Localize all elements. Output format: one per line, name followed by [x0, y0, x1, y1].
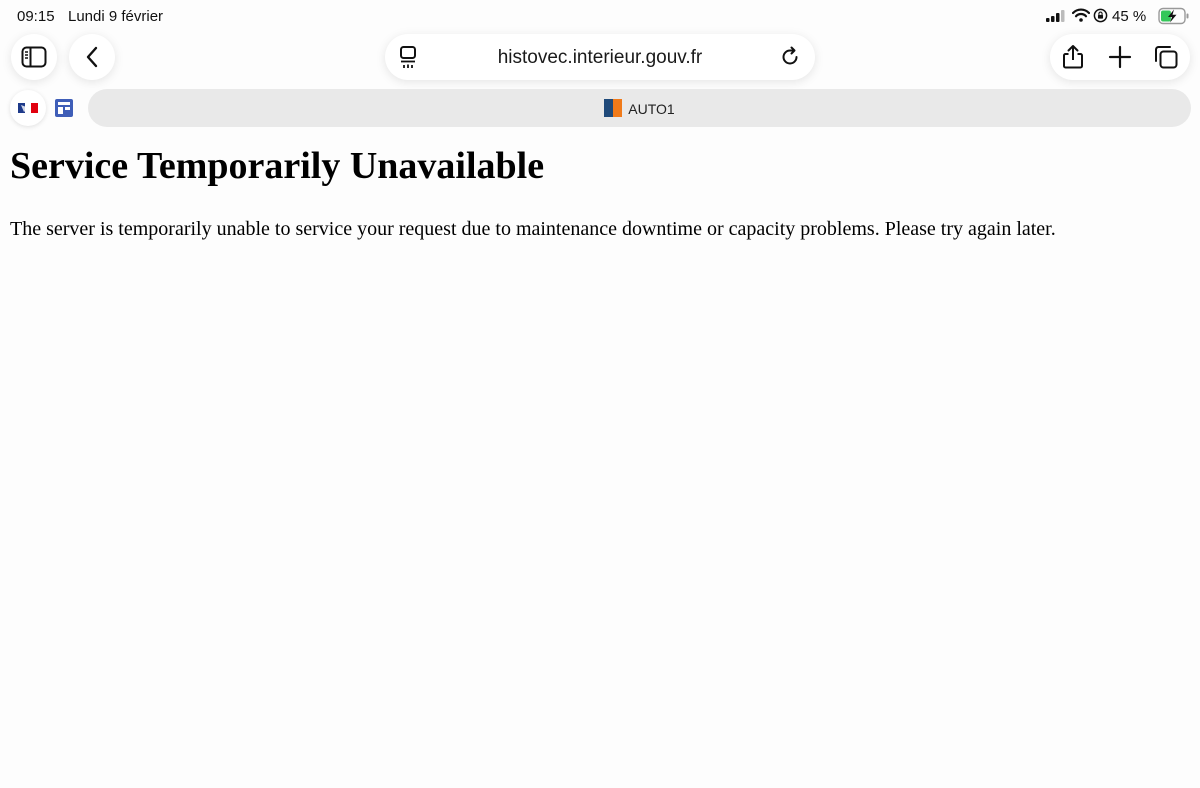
status-bar: 09:15 Lundi 9 février 45 %	[0, 0, 1200, 34]
battery-percentage: 45 %	[1112, 8, 1147, 25]
share-icon[interactable]	[1060, 44, 1086, 70]
battery-charging-icon	[1158, 7, 1189, 25]
reload-icon[interactable]	[779, 46, 801, 68]
back-chevron-icon	[86, 46, 98, 68]
tab-layout-icon[interactable]	[55, 99, 73, 117]
status-date: Lundi 9 février	[68, 8, 164, 25]
url-text[interactable]: histovec.interieur.gouv.fr	[385, 47, 815, 69]
auto1-logo-icon	[604, 99, 623, 117]
cellular-signal-icon	[1046, 10, 1065, 22]
tab-title: AUTO1	[628, 101, 675, 117]
tabs-overview-icon[interactable]	[1153, 44, 1179, 70]
back-button[interactable]	[69, 34, 115, 80]
pinned-tabs	[10, 90, 82, 126]
wifi-icon	[1072, 8, 1090, 22]
tab-title-wrap: AUTO1	[88, 99, 1191, 119]
sidebar-button[interactable]	[11, 34, 57, 80]
browser-toolbar: histovec.interieur.gouv.fr	[0, 34, 1200, 86]
plus-icon[interactable]	[1107, 44, 1133, 70]
tab-marianne[interactable]	[10, 90, 46, 126]
page-title: Service Temporarily Unavailable	[10, 145, 545, 187]
status-time: 09:15	[17, 8, 55, 25]
tab-bar: AUTO1	[0, 88, 1200, 128]
sidebar-icon	[21, 46, 47, 68]
address-bar[interactable]: histovec.interieur.gouv.fr	[385, 34, 815, 80]
tab-auto1[interactable]: AUTO1	[88, 89, 1191, 127]
marianne-flag-icon	[18, 103, 38, 113]
toolbar-actions	[1050, 34, 1190, 80]
rotation-lock-icon	[1093, 8, 1108, 23]
error-message: The server is temporarily unable to serv…	[10, 218, 1056, 240]
